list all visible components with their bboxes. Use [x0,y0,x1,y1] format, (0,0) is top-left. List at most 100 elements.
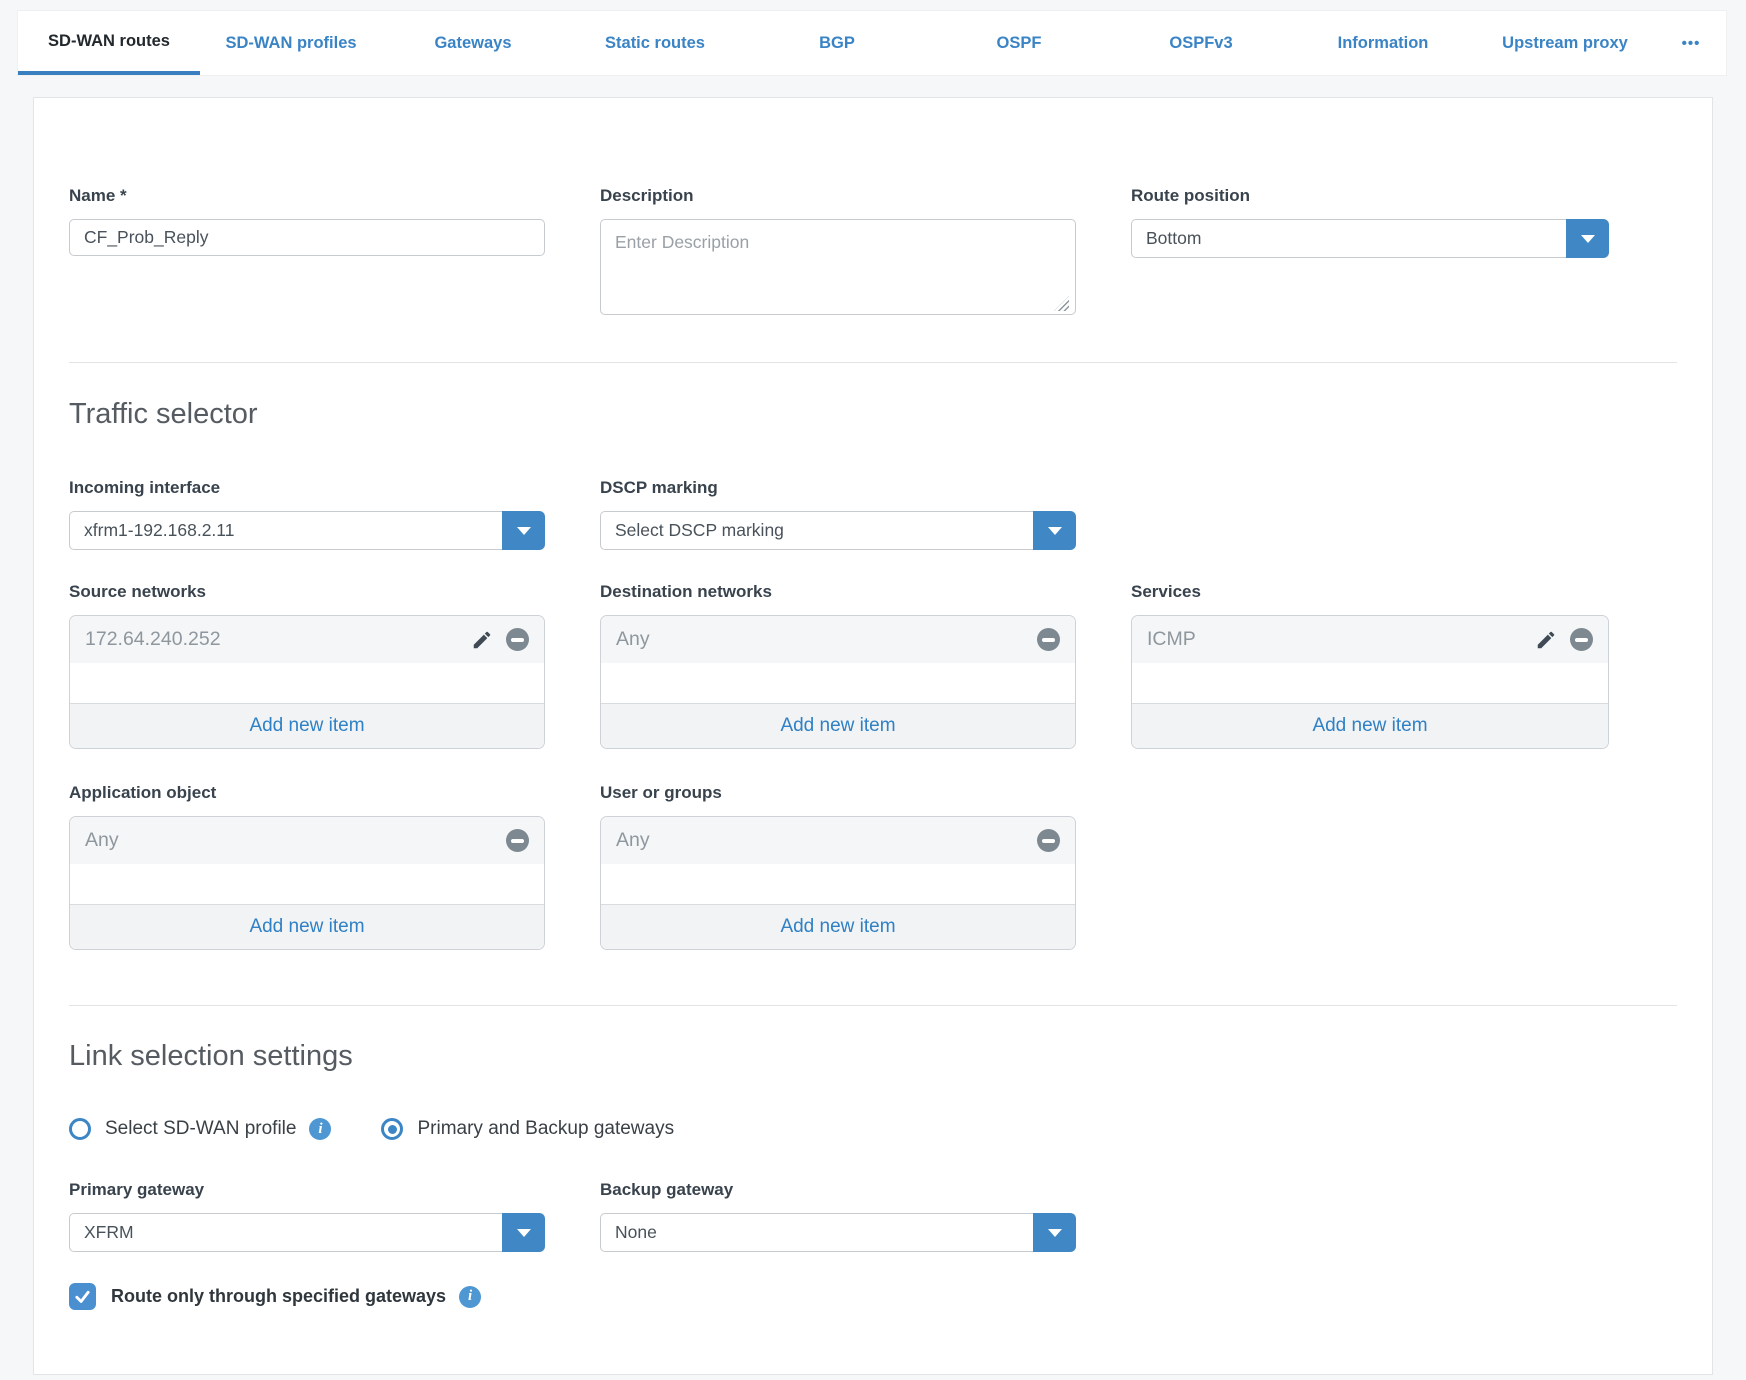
chevron-down-icon [1581,235,1595,243]
add-new-item-button[interactable]: Add new item [1132,703,1608,748]
route-form-card: Name * Description Route position Bottom [33,97,1713,1375]
backup-gateway-group: Backup gateway None [600,1180,1076,1252]
list-item: Any [601,616,1075,663]
dscp-marking-label: DSCP marking [600,478,1076,498]
tab-static-routes[interactable]: Static routes [564,11,746,75]
services-label: Services [1131,582,1609,602]
dscp-marking-select[interactable]: Select DSCP marking [600,511,1076,550]
chevron-down-icon [1048,1229,1062,1237]
name-input[interactable] [69,219,545,256]
general-row: Name * Description Route position Bottom [69,186,1677,320]
chevron-down-icon [517,1229,531,1237]
route-position-dropdown-button[interactable] [1566,219,1609,258]
destination-networks-group: Destination networks Any Add new item [600,582,1076,749]
add-new-item-label: Add new item [249,715,364,737]
more-tabs-icon[interactable]: ••• [1656,11,1726,75]
info-icon[interactable]: i [459,1286,481,1308]
radio-primary-backup-gateways[interactable]: Primary and Backup gateways [381,1118,674,1140]
tab-upstream-proxy[interactable]: Upstream proxy [1474,11,1656,75]
apps-row: Application object Any Add new item User… [69,783,1677,950]
backup-gateway-select[interactable]: None [600,1213,1076,1252]
name-field-group: Name * [69,186,545,320]
list-item: ICMP [1132,616,1608,663]
edit-icon[interactable] [471,629,493,651]
list-item-text: 172.64.240.252 [85,628,471,651]
list-item-text: Any [616,628,1037,651]
services-group: Services ICMP Add new item [1131,582,1609,749]
add-new-item-label: Add new item [780,916,895,938]
dscp-marking-dropdown-button[interactable] [1033,511,1076,550]
page: SD-WAN routes SD-WAN profiles Gateways S… [0,0,1746,1380]
add-new-item-button[interactable]: Add new item [70,904,544,949]
networks-row: Source networks 172.64.240.252 Add new i… [69,582,1677,749]
tab-information[interactable]: Information [1292,11,1474,75]
list-item: Any [70,817,544,864]
radio-icon[interactable] [381,1118,403,1140]
primary-gateway-label: Primary gateway [69,1180,545,1200]
tab-ospf[interactable]: OSPF [928,11,1110,75]
add-new-item-button[interactable]: Add new item [601,904,1075,949]
remove-icon[interactable] [506,628,529,651]
listbox-spacer [70,864,544,904]
dscp-marking-group: DSCP marking Select DSCP marking [600,478,1076,550]
tab-ospfv3[interactable]: OSPFv3 [1110,11,1292,75]
tab-sdwan-profiles[interactable]: SD-WAN profiles [200,11,382,75]
route-only-checkbox[interactable] [69,1283,96,1310]
tab-gateways[interactable]: Gateways [382,11,564,75]
list-item: 172.64.240.252 [70,616,544,663]
incoming-interface-group: Incoming interface xfrm1-192.168.2.11 [69,478,545,550]
incoming-interface-label: Incoming interface [69,478,545,498]
source-networks-group: Source networks 172.64.240.252 Add new i… [69,582,545,749]
backup-gateway-dropdown-button[interactable] [1033,1213,1076,1252]
backup-gateway-value: None [601,1222,671,1243]
radio-select-sdwan-profile[interactable]: Select SD-WAN profile i [69,1118,331,1140]
add-new-item-label: Add new item [780,715,895,737]
tab-bgp[interactable]: BGP [746,11,928,75]
description-label: Description [600,186,1076,206]
services-listbox: ICMP Add new item [1131,615,1609,749]
route-only-row: Route only through specified gateways i [69,1283,1677,1310]
incoming-interface-dropdown-button[interactable] [502,511,545,550]
primary-gateway-dropdown-button[interactable] [502,1213,545,1252]
name-label: Name * [69,186,545,206]
remove-icon[interactable] [1037,628,1060,651]
remove-icon[interactable] [506,829,529,852]
primary-gateway-value: XFRM [70,1222,148,1243]
listbox-spacer [601,663,1075,703]
list-item-text: Any [85,829,506,852]
destination-networks-listbox: Any Add new item [600,615,1076,749]
divider [69,1005,1677,1006]
check-icon [74,1288,91,1305]
edit-icon[interactable] [1535,629,1557,651]
add-new-item-button[interactable]: Add new item [70,703,544,748]
list-item: Any [601,817,1075,864]
incoming-interface-select[interactable]: xfrm1-192.168.2.11 [69,511,545,550]
info-icon[interactable]: i [309,1118,331,1140]
application-object-listbox: Any Add new item [69,816,545,950]
user-or-groups-listbox: Any Add new item [600,816,1076,950]
gateways-row: Primary gateway XFRM Backup gateway None [69,1180,1677,1252]
chevron-down-icon [1048,527,1062,535]
backup-gateway-label: Backup gateway [600,1180,1076,1200]
user-or-groups-group: User or groups Any Add new item [600,783,1076,950]
remove-icon[interactable] [1037,829,1060,852]
description-textarea[interactable] [600,219,1076,315]
incoming-interface-value: xfrm1-192.168.2.11 [70,520,248,541]
add-new-item-label: Add new item [1312,715,1427,737]
add-new-item-button[interactable]: Add new item [601,703,1075,748]
dscp-marking-value: Select DSCP marking [601,520,798,541]
add-new-item-label: Add new item [249,916,364,938]
primary-gateway-select[interactable]: XFRM [69,1213,545,1252]
remove-icon[interactable] [1570,628,1593,651]
route-position-group: Route position Bottom [1131,186,1609,320]
source-networks-listbox: 172.64.240.252 Add new item [69,615,545,749]
radio-icon[interactable] [69,1118,91,1140]
primary-gateway-group: Primary gateway XFRM [69,1180,545,1252]
destination-networks-label: Destination networks [600,582,1076,602]
route-position-select[interactable]: Bottom [1131,219,1609,258]
divider [69,362,1677,363]
tab-sdwan-routes[interactable]: SD-WAN routes [18,11,200,75]
chevron-down-icon [517,527,531,535]
traffic-selector-heading: Traffic selector [69,398,1677,431]
application-object-group: Application object Any Add new item [69,783,545,950]
